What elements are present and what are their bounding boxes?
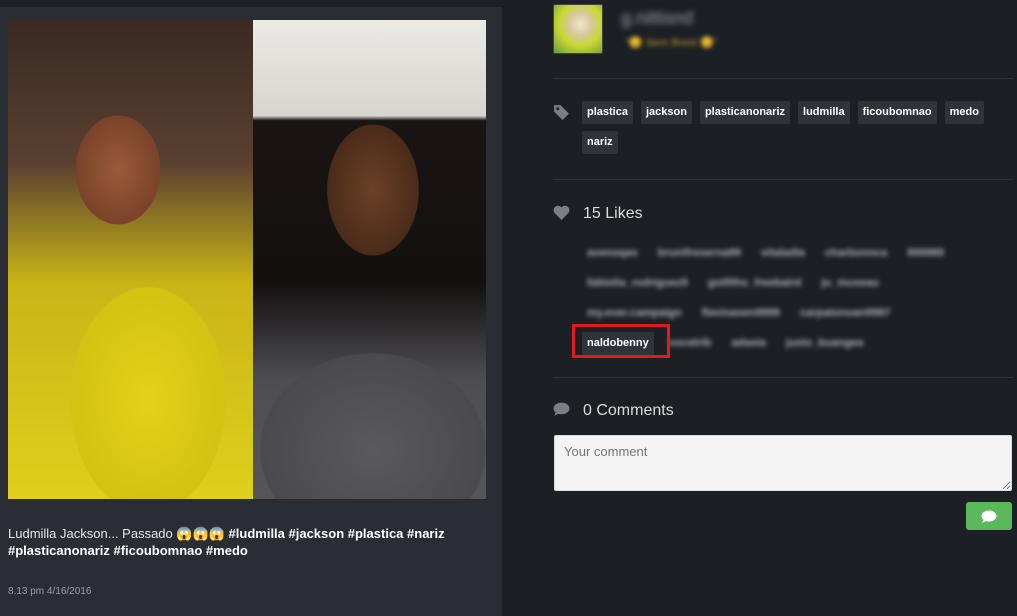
liker-name[interactable]: adasia bbox=[727, 335, 771, 351]
username[interactable]: g.nittisnd bbox=[621, 8, 693, 29]
liker-name[interactable]: avenoqas bbox=[582, 245, 643, 261]
post-card: Ludmilla Jackson... Passado 😱😱😱 #ludmill… bbox=[0, 7, 502, 616]
liker-name[interactable]: vocetrib bbox=[664, 335, 717, 351]
liker-name[interactable]: carpatonoan9987 bbox=[795, 305, 895, 321]
likes-count[interactable]: 15 Likes bbox=[583, 205, 643, 223]
post-photo[interactable] bbox=[8, 20, 486, 499]
divider bbox=[553, 78, 1013, 79]
divider bbox=[553, 377, 1013, 378]
liker-name[interactable]: fabiolia_rodriguez9 bbox=[582, 275, 693, 291]
divider bbox=[553, 179, 1013, 180]
post-details: g.nittisnd "😊 Sem Brest 😊" plastica jack… bbox=[553, 0, 1017, 616]
tag-chip[interactable]: ludmilla bbox=[798, 101, 850, 124]
tag-chip[interactable]: ficoubomnao bbox=[857, 101, 937, 124]
caption-text: Ludmilla Jackson... Passado 😱😱😱 bbox=[8, 526, 229, 541]
liker-name[interactable]: gotfilho_freebaird bbox=[703, 275, 807, 291]
liker-name[interactable]: 899989 bbox=[902, 245, 949, 261]
liker-name[interactable]: brunifreserna99 bbox=[653, 245, 746, 261]
photo-right-half bbox=[253, 20, 486, 499]
tag-chip[interactable]: jackson bbox=[640, 101, 692, 124]
liker-row: fabiolia_rodriguez9 gotfilho_freebaird j… bbox=[582, 268, 1012, 298]
liker-name[interactable]: flavinasen9999 bbox=[697, 305, 785, 321]
tag-chip[interactable]: plasticanonariz bbox=[699, 101, 791, 124]
highlight-box bbox=[572, 324, 670, 358]
photo-left-half bbox=[8, 20, 253, 499]
post-date: 8.13 pm 4/16/2016 bbox=[8, 586, 92, 597]
liker-name[interactable]: ju_museau bbox=[816, 275, 883, 291]
tag-chip[interactable]: nariz bbox=[582, 131, 618, 154]
heart-icon bbox=[553, 205, 570, 224]
liker-name[interactable]: justo_buangea bbox=[781, 335, 869, 351]
profile-subtitle: "😊 Sem Brest 😊" bbox=[625, 37, 718, 49]
tag-icon bbox=[553, 104, 570, 125]
avatar[interactable] bbox=[553, 4, 603, 54]
post-caption: Ludmilla Jackson... Passado 😱😱😱 #ludmill… bbox=[8, 525, 488, 559]
post-page: Ludmilla Jackson... Passado 😱😱😱 #ludmill… bbox=[0, 0, 1017, 616]
liker-name[interactable]: my.ever.campaign bbox=[582, 305, 687, 321]
send-comment-icon bbox=[981, 510, 997, 524]
comment-input[interactable] bbox=[554, 435, 1012, 491]
comments-count: 0 Comments bbox=[583, 402, 674, 419]
liker-row: avenoqas brunifreserna99 vitaladla charb… bbox=[582, 238, 1012, 268]
comment-bubble-icon bbox=[553, 402, 570, 421]
liker-name[interactable]: charbonnca bbox=[820, 245, 892, 261]
tag-list: plastica jackson plasticanonariz ludmill… bbox=[582, 101, 1012, 154]
tag-chip[interactable]: plastica bbox=[582, 101, 633, 124]
liker-name[interactable]: vitaladla bbox=[756, 245, 810, 261]
send-comment-button[interactable] bbox=[966, 502, 1012, 530]
tag-chip[interactable]: medo bbox=[944, 101, 984, 124]
